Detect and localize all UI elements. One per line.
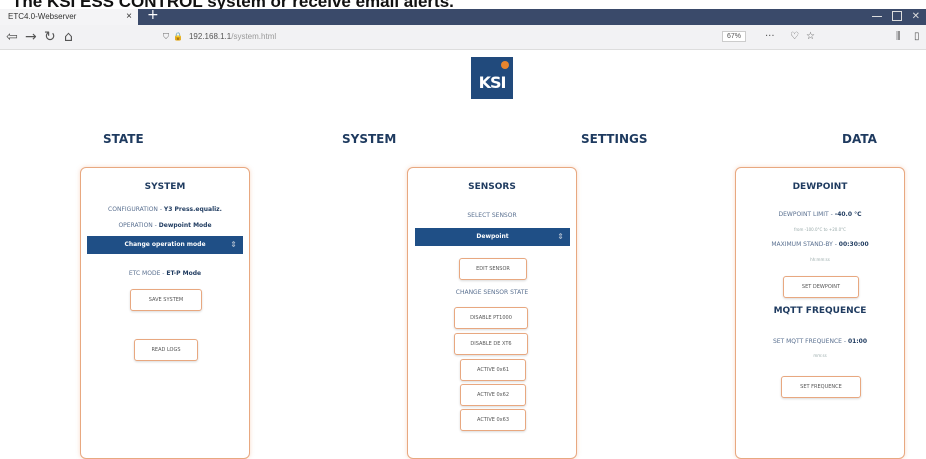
ksi-logo: KSI xyxy=(471,57,513,99)
etc-mode-value: ET-P Mode xyxy=(166,270,202,277)
nav-system[interactable]: SYSTEM xyxy=(342,132,396,146)
disable-de-xt6-button[interactable]: DISABLE DE XT6 xyxy=(454,333,528,355)
window-close-icon[interactable]: ✕ xyxy=(912,11,920,22)
edit-sensor-button[interactable]: EDIT SENSOR xyxy=(459,258,527,280)
logo-text: KSI xyxy=(478,73,507,92)
active-0x62-button[interactable]: ACTIVE 0x62 xyxy=(460,384,526,406)
page-actions-icon[interactable]: ··· xyxy=(765,29,775,45)
mqtt-frequence-title: MQTT FREQUENCE xyxy=(773,306,867,316)
etc-mode-label: ETC MODE - xyxy=(128,270,165,277)
operation-mode-select-value: Change operation mode xyxy=(124,241,206,248)
new-tab-button[interactable]: + xyxy=(147,7,159,23)
dewpoint-card: DEWPOINT DEWPOINT LIMIT - -40.0 °C from … xyxy=(735,167,905,459)
disable-pt1000-button[interactable]: DISABLE PT1000 xyxy=(454,307,528,329)
browser-nav-bar: ⇦ → ↻ ⌂ ⛉ 🔒 192.168.1.1/system.html 67% ··… xyxy=(0,25,926,50)
url-host: 192.168.1.1 xyxy=(188,32,232,41)
operation-row: OPERATION - Dewpoint Mode xyxy=(81,222,249,229)
zoom-indicator[interactable]: 67% xyxy=(722,31,747,42)
save-system-button[interactable]: SAVE SYSTEM xyxy=(130,289,202,311)
select-sensor-label: SELECT SENSOR xyxy=(467,212,517,219)
nav-data[interactable]: DATA xyxy=(842,132,877,146)
logo-dot xyxy=(501,61,509,69)
max-standby-value: 00:30:00 xyxy=(838,241,869,248)
nav-state[interactable]: STATE xyxy=(103,132,144,146)
configuration-label: CONFIGURATION - xyxy=(108,206,162,213)
url-bar[interactable]: ⛉ 🔒 192.168.1.1/system.html xyxy=(163,29,276,45)
mqtt-frequence-unit: mm:ss xyxy=(813,353,827,358)
sidebar-icon[interactable]: ▯ xyxy=(914,29,920,45)
mqtt-frequence-label: SET MQTT FREQUENCE - xyxy=(772,338,847,345)
minimize-icon[interactable] xyxy=(871,15,882,17)
dropdown-caret-icon: ⇕ xyxy=(557,232,564,241)
back-icon[interactable]: ⇦ xyxy=(6,28,18,46)
tab-title: ETC4.0-Webserver xyxy=(8,12,77,21)
dewpoint-limit-range: from -100.0°C to +20.0°C xyxy=(794,227,846,232)
dewpoint-card-title: DEWPOINT xyxy=(792,182,848,192)
reload-icon[interactable]: ↻ xyxy=(44,28,56,46)
sensor-select[interactable]: Dewpoint ⇕ xyxy=(415,228,570,246)
library-icon[interactable]: ⫼ xyxy=(896,29,901,45)
sensor-select-value: Dewpoint xyxy=(476,233,509,240)
operation-mode-select[interactable]: Change operation mode ⇕ xyxy=(87,236,243,254)
configuration-value: Y3 Press.equaliz. xyxy=(163,206,222,213)
browser-tab[interactable]: ETC4.0-Webserver × xyxy=(0,9,138,25)
sensors-card: SENSORS SELECT SENSOR Dewpoint ⇕ EDIT SE… xyxy=(407,167,577,459)
url-path: /system.html xyxy=(231,32,277,41)
operation-label: OPERATION - xyxy=(118,222,157,229)
max-standby-row: MAXIMUM STAND-BY - 00:30:00 xyxy=(736,241,904,248)
sensors-card-title: SENSORS xyxy=(468,182,516,192)
pocket-icon[interactable]: ♡ xyxy=(790,29,799,45)
browser-tab-bar: ETC4.0-Webserver × + ✕ xyxy=(0,7,926,25)
operation-value: Dewpoint Mode xyxy=(158,222,212,229)
dewpoint-limit-label: DEWPOINT LIMIT - xyxy=(778,211,833,218)
shield-icon: ⛉ xyxy=(163,32,169,41)
set-dewpoint-button[interactable]: SET DEWPOINT xyxy=(783,276,859,298)
active-0x61-button[interactable]: ACTIVE 0x61 xyxy=(460,359,526,381)
change-sensor-state-label: CHANGE SENSOR STATE xyxy=(455,289,529,296)
dewpoint-limit-row: DEWPOINT LIMIT - -40.0 °C xyxy=(736,211,904,218)
insecure-lock-icon: 🔒 xyxy=(173,32,183,41)
system-card: SYSTEM CONFIGURATION - Y3 Press.equaliz.… xyxy=(80,167,250,459)
window-controls: ✕ xyxy=(871,9,920,25)
read-logs-button[interactable]: READ LOGS xyxy=(134,339,198,361)
configuration-row: CONFIGURATION - Y3 Press.equaliz. xyxy=(81,206,249,213)
max-standby-label: MAXIMUM STAND-BY - xyxy=(771,241,837,248)
bookmark-star-icon[interactable]: ☆ xyxy=(806,29,815,45)
active-0x63-button[interactable]: ACTIVE 0x63 xyxy=(460,409,526,431)
max-standby-unit: hh:mm:ss xyxy=(810,257,830,262)
mqtt-frequence-row: SET MQTT FREQUENCE - 01:00 xyxy=(736,338,904,345)
forward-icon[interactable]: → xyxy=(25,28,37,46)
tab-close-icon[interactable]: × xyxy=(126,9,132,25)
system-card-title: SYSTEM xyxy=(144,182,186,192)
dewpoint-limit-value: -40.0 °C xyxy=(834,211,862,218)
nav-settings[interactable]: SETTINGS xyxy=(581,132,648,146)
home-icon[interactable]: ⌂ xyxy=(64,28,73,46)
maximize-icon[interactable] xyxy=(891,11,902,21)
etc-mode-row: ETC MODE - ET-P Mode xyxy=(81,270,249,277)
mqtt-frequence-value: 01:00 xyxy=(847,338,868,345)
dropdown-caret-icon: ⇕ xyxy=(230,240,237,249)
set-frequence-button[interactable]: SET FREQUENCE xyxy=(781,376,861,398)
